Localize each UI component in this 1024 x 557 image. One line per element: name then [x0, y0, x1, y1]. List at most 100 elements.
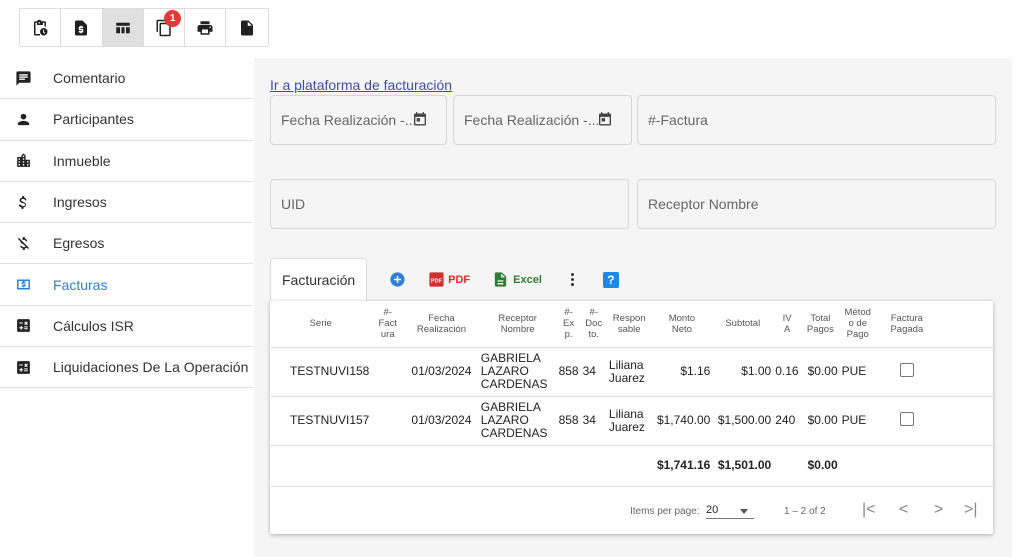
col-header-iva[interactable]: IV A: [773, 301, 802, 348]
table-header-row: Serie #- Fact ura Fecha Realización Recepto…: [270, 301, 993, 348]
page-range-label: 1 – 2 of 2: [784, 506, 826, 517]
field-label: #-Factura: [648, 112, 708, 128]
paginator: Items per page: 20 1 – 2 of 2 |< < > >|: [270, 491, 993, 534]
page-size-select[interactable]: 20: [706, 504, 754, 519]
col-header-factura[interactable]: #- Fact ura: [371, 301, 405, 348]
sidebar-item-ingresos[interactable]: Ingresos: [0, 182, 253, 224]
main-panel: Ir a plataforma de facturación Fecha Rea…: [254, 58, 1012, 557]
facturas-table: Serie #- Fact ura Fecha Realización Recepto…: [270, 301, 993, 487]
sidebar-item-label: Cálculos ISR: [53, 317, 134, 334]
total-subtotal: $1,501.00: [712, 444, 774, 487]
table-row[interactable]: TESTNUVI158 01/03/2024 GABRIELA LAZARO CAR…: [270, 347, 993, 397]
invoice-dollar-icon: [75, 20, 88, 35]
cell-empty: [937, 347, 993, 397]
col-header-pagada[interactable]: Factura Pagada: [875, 301, 938, 348]
field-label: UID: [281, 196, 306, 212]
cell-total: $0.00: [801, 396, 840, 446]
col-header-metodo[interactable]: Métod o de Pago: [839, 301, 876, 348]
help-icon: ?: [602, 271, 619, 288]
cell-pagada: [875, 347, 938, 397]
cell-subtotal: $1,500.00: [712, 396, 774, 446]
dollar-icon: [0, 194, 53, 211]
print-icon: [197, 20, 213, 35]
total-monto: $1,741.16: [651, 444, 713, 487]
uid-field[interactable]: UID: [270, 179, 629, 229]
cell-iva: 0.16: [773, 347, 802, 397]
sidebar-item-label: Comentario: [53, 70, 126, 87]
pdf-button[interactable]: PDF PDF: [428, 271, 470, 288]
items-per-page-label: Items per page:: [630, 506, 700, 517]
fecha-realizacion-end-field[interactable]: Fecha Realización -...: [453, 95, 632, 145]
cell-docto: 34: [580, 396, 607, 446]
field-label: Fecha Realización -...: [281, 112, 417, 128]
factura-number-field[interactable]: #-Factura: [637, 95, 996, 145]
col-header-docto[interactable]: #- Doc to.: [580, 301, 607, 348]
calculator-icon: [0, 359, 53, 376]
col-header-monto[interactable]: Monto Neto: [651, 301, 713, 348]
cell-factura: [371, 347, 405, 397]
print-button[interactable]: [185, 9, 227, 46]
first-page-icon[interactable]: |<: [862, 501, 876, 519]
cell-monto: $1.16: [651, 347, 713, 397]
cell-empty: [937, 396, 993, 446]
cell-factura: [371, 396, 405, 446]
sidebar-item-facturas[interactable]: Facturas: [0, 264, 253, 306]
next-page-icon[interactable]: >: [934, 501, 943, 519]
cell-docto: 34: [580, 347, 607, 397]
factura-pagada-checkbox[interactable]: [899, 412, 914, 426]
cell-receptor: GABRIELA LAZARO CARDENAS: [478, 396, 557, 446]
sidebar-item-egresos[interactable]: Egresos: [0, 223, 253, 265]
excel-icon: [494, 272, 507, 287]
receptor-nombre-field[interactable]: Receptor Nombre: [637, 179, 996, 229]
document-button[interactable]: [226, 9, 267, 46]
dropdown-arrow-icon: [740, 509, 748, 514]
col-header-serie[interactable]: Serie: [270, 301, 372, 348]
sidebar-item-comentario[interactable]: Comentario: [0, 58, 253, 100]
pdf-icon: PDF: [429, 272, 444, 287]
col-header-exp[interactable]: #- Ex p.: [556, 301, 581, 348]
excel-button[interactable]: Excel: [492, 271, 542, 288]
cell-pagada: [875, 396, 938, 446]
comment-icon: [0, 70, 53, 87]
invoice-button[interactable]: [61, 9, 103, 46]
col-header-fecha[interactable]: Fecha Realización: [404, 301, 479, 348]
table-icon: [115, 22, 130, 33]
clipboard-clock-button[interactable]: [20, 9, 62, 46]
col-header-subtotal[interactable]: Subtotal: [712, 301, 774, 348]
sidebar-item-label: Egresos: [53, 235, 105, 252]
table-row[interactable]: TESTNUVI157 01/03/2024 GABRIELA LAZARO CAR…: [270, 396, 993, 446]
col-header-total[interactable]: Total Pagos: [801, 301, 840, 348]
person-icon: [0, 111, 53, 128]
more-options-button[interactable]: [564, 271, 581, 288]
sidebar: Comentario Participantes Inmueble Ingres…: [0, 58, 253, 389]
sidebar-item-label: Facturas: [53, 276, 108, 293]
table-view-button[interactable]: [102, 9, 144, 46]
top-toolbar: 1: [19, 8, 269, 47]
add-button[interactable]: [389, 271, 406, 288]
copy-button[interactable]: 1: [144, 9, 186, 46]
col-header-receptor[interactable]: Receptor Nombre: [478, 301, 557, 348]
notification-badge: 1: [164, 10, 182, 27]
sidebar-item-calculos-isr[interactable]: Cálculos ISR: [0, 306, 253, 348]
sidebar-item-participantes[interactable]: Participantes: [0, 99, 253, 141]
sidebar-item-liquidaciones[interactable]: Liquidaciones De La Operación: [0, 347, 253, 389]
excel-label: Excel: [513, 273, 542, 286]
facturacion-platform-link[interactable]: Ir a plataforma de facturación: [270, 77, 452, 93]
cell-exp: 858: [556, 347, 581, 397]
cell-metodo: PUE: [839, 347, 876, 397]
help-button[interactable]: ?: [602, 271, 619, 288]
factura-pagada-checkbox[interactable]: [899, 363, 914, 377]
cell-total: $0.00: [801, 347, 840, 397]
cell-fecha: 01/03/2024: [404, 347, 479, 397]
tab-facturacion[interactable]: Facturación: [270, 258, 368, 301]
cell-subtotal: $1.00: [712, 347, 774, 397]
sidebar-item-label: Inmueble: [53, 152, 111, 169]
calendar-icon[interactable]: [597, 111, 613, 128]
last-page-icon[interactable]: >|: [964, 501, 978, 519]
cell-receptor: GABRIELA LAZARO CARDENAS: [478, 347, 557, 397]
prev-page-icon[interactable]: <: [899, 501, 908, 519]
col-header-responsable[interactable]: Respon sable: [606, 301, 652, 348]
sidebar-item-inmueble[interactable]: Inmueble: [0, 141, 253, 182]
calendar-icon[interactable]: [412, 111, 428, 128]
fecha-realizacion-start-field[interactable]: Fecha Realización -...: [270, 95, 447, 145]
